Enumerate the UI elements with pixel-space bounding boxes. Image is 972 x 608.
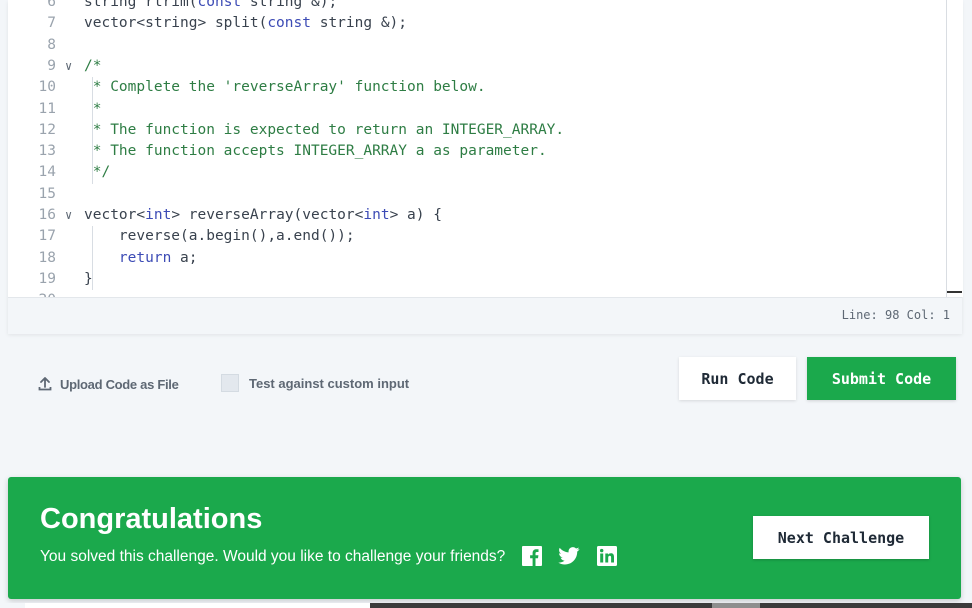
line-number: 18 xyxy=(38,249,56,266)
code-token: > reverseArray(vector< xyxy=(171,207,364,223)
twitter-icon[interactable] xyxy=(558,545,580,567)
run-code-button[interactable]: Run Code xyxy=(679,357,796,400)
indent-guide xyxy=(92,77,93,184)
linkedin-icon[interactable] xyxy=(596,545,618,567)
line-number: 15 xyxy=(38,185,56,202)
custom-input-label: Test against custom input xyxy=(249,375,410,391)
code-text: string rtrim(const string &); xyxy=(84,0,337,13)
cursor-position: Line: 98 Col: 1 xyxy=(841,308,950,322)
line-number: 10 xyxy=(38,79,56,96)
line-number: 8 xyxy=(47,36,56,53)
line-number: 17 xyxy=(38,228,56,245)
code-line[interactable]: 17 reverse(a.begin(),a.end()); xyxy=(8,226,938,247)
code-token: a; xyxy=(171,249,198,266)
facebook-icon[interactable] xyxy=(521,545,543,567)
code-text: * The function is expected to return an … xyxy=(84,120,564,141)
code-token: return xyxy=(118,249,172,266)
code-token: string &); xyxy=(310,15,408,32)
code-text: vector<string> split(const string &); xyxy=(84,13,407,34)
code-token: */ xyxy=(84,164,111,181)
code-line[interactable]: 11 * xyxy=(8,99,938,120)
code-line[interactable]: 7 vector<string> split(const string &); xyxy=(8,13,938,34)
bottom-edge xyxy=(0,603,972,608)
submit-code-button[interactable]: Submit Code xyxy=(807,357,956,400)
code-token: > a) { xyxy=(389,207,442,223)
upload-code-link[interactable]: Upload Code as File xyxy=(38,374,179,394)
code-text: return a; xyxy=(84,248,198,269)
bottom-edge-left xyxy=(0,603,25,608)
code-line[interactable]: 13 * The function accepts INTEGER_ARRAY … xyxy=(8,141,938,162)
code-token: int xyxy=(363,207,390,223)
scrollbar-thumb[interactable] xyxy=(947,291,962,293)
code-line[interactable]: 6 string rtrim(const string &); xyxy=(8,0,938,13)
code-token: const xyxy=(267,15,311,32)
upload-icon xyxy=(38,377,52,391)
indent-guide xyxy=(92,226,93,291)
code-token: int xyxy=(145,207,172,223)
line-number: 14 xyxy=(38,164,56,181)
editor-status-bar: Line: 98 Col: 1 xyxy=(8,297,962,334)
line-number: 11 xyxy=(38,100,56,117)
line-number: 16 xyxy=(38,207,56,223)
code-line[interactable]: 19} xyxy=(8,269,938,290)
line-number: 6 xyxy=(47,0,56,10)
bottom-edge-gray xyxy=(712,603,760,608)
line-number: 12 xyxy=(38,121,56,138)
line-number: 19 xyxy=(38,270,56,287)
code-editor[interactable]: 6 string rtrim(const string &); 7 vector<st… xyxy=(8,0,963,334)
code-line[interactable]: 12 * The function is expected to return … xyxy=(8,120,938,141)
code-line[interactable]: 18 return a; xyxy=(8,248,938,269)
code-text: * The function accepts INTEGER_ARRAY a a… xyxy=(84,141,547,162)
line-number: 13 xyxy=(38,143,56,160)
code-token: * The function is expected to return an … xyxy=(84,121,565,138)
banner-title: Congratulations xyxy=(40,503,263,535)
upload-code-label: Upload Code as File xyxy=(60,376,179,392)
line-number: 9 xyxy=(47,57,56,74)
line-number: 20 xyxy=(8,290,56,297)
code-text: /* xyxy=(84,56,101,77)
code-line[interactable]: 15 xyxy=(8,184,938,205)
code-token: * The function accepts INTEGER_ARRAY a a… xyxy=(84,143,547,160)
code-token: const xyxy=(197,0,242,10)
custom-input-toggle[interactable]: Test against custom input xyxy=(221,373,409,393)
code-text: reverse(a.begin(),a.end()); xyxy=(84,226,355,247)
line-number: 7 xyxy=(47,15,56,32)
code-token: /* xyxy=(84,57,102,74)
code-line[interactable]: 8 xyxy=(8,35,938,56)
banner-message: You solved this challenge. Would you lik… xyxy=(40,548,506,565)
fold-chevron-icon[interactable]: ∨ xyxy=(65,56,72,77)
bottom-edge-dark xyxy=(370,603,972,608)
code-token: * Complete the 'reverseArray' function b… xyxy=(84,79,486,96)
code-line[interactable]: 9 ∨ /* xyxy=(8,56,938,77)
code-line[interactable]: 10 * Complete the 'reverseArray' functio… xyxy=(8,77,938,98)
code-text: * Complete the 'reverseArray' function b… xyxy=(84,77,486,98)
code-token: string rtrim( xyxy=(84,0,198,10)
code-line[interactable]: 14 */ xyxy=(8,162,938,183)
code-token: vector< xyxy=(84,207,146,223)
code-line[interactable]: 20 xyxy=(8,290,938,297)
code-token: string &); xyxy=(241,0,338,10)
code-token: reverse(a.begin(),a.end()); xyxy=(84,228,355,245)
next-challenge-button[interactable]: Next Challenge xyxy=(753,516,929,559)
editor-scrollbar[interactable] xyxy=(946,0,963,297)
custom-input-checkbox[interactable] xyxy=(221,374,239,392)
code-area[interactable]: 6 string rtrim(const string &); 7 vector<st… xyxy=(8,0,946,297)
code-text: */ xyxy=(84,162,110,183)
fold-chevron-icon[interactable]: ∨ xyxy=(65,205,72,226)
code-line[interactable]: 16 ∨ vector<int> reverseArray(vector<int> … xyxy=(8,205,938,226)
code-token: vector<string> split( xyxy=(84,15,268,32)
congratulations-banner: Congratulations You solved this challeng… xyxy=(8,477,961,599)
code-text: vector<int> reverseArray(vector<int> a) … xyxy=(84,205,442,226)
